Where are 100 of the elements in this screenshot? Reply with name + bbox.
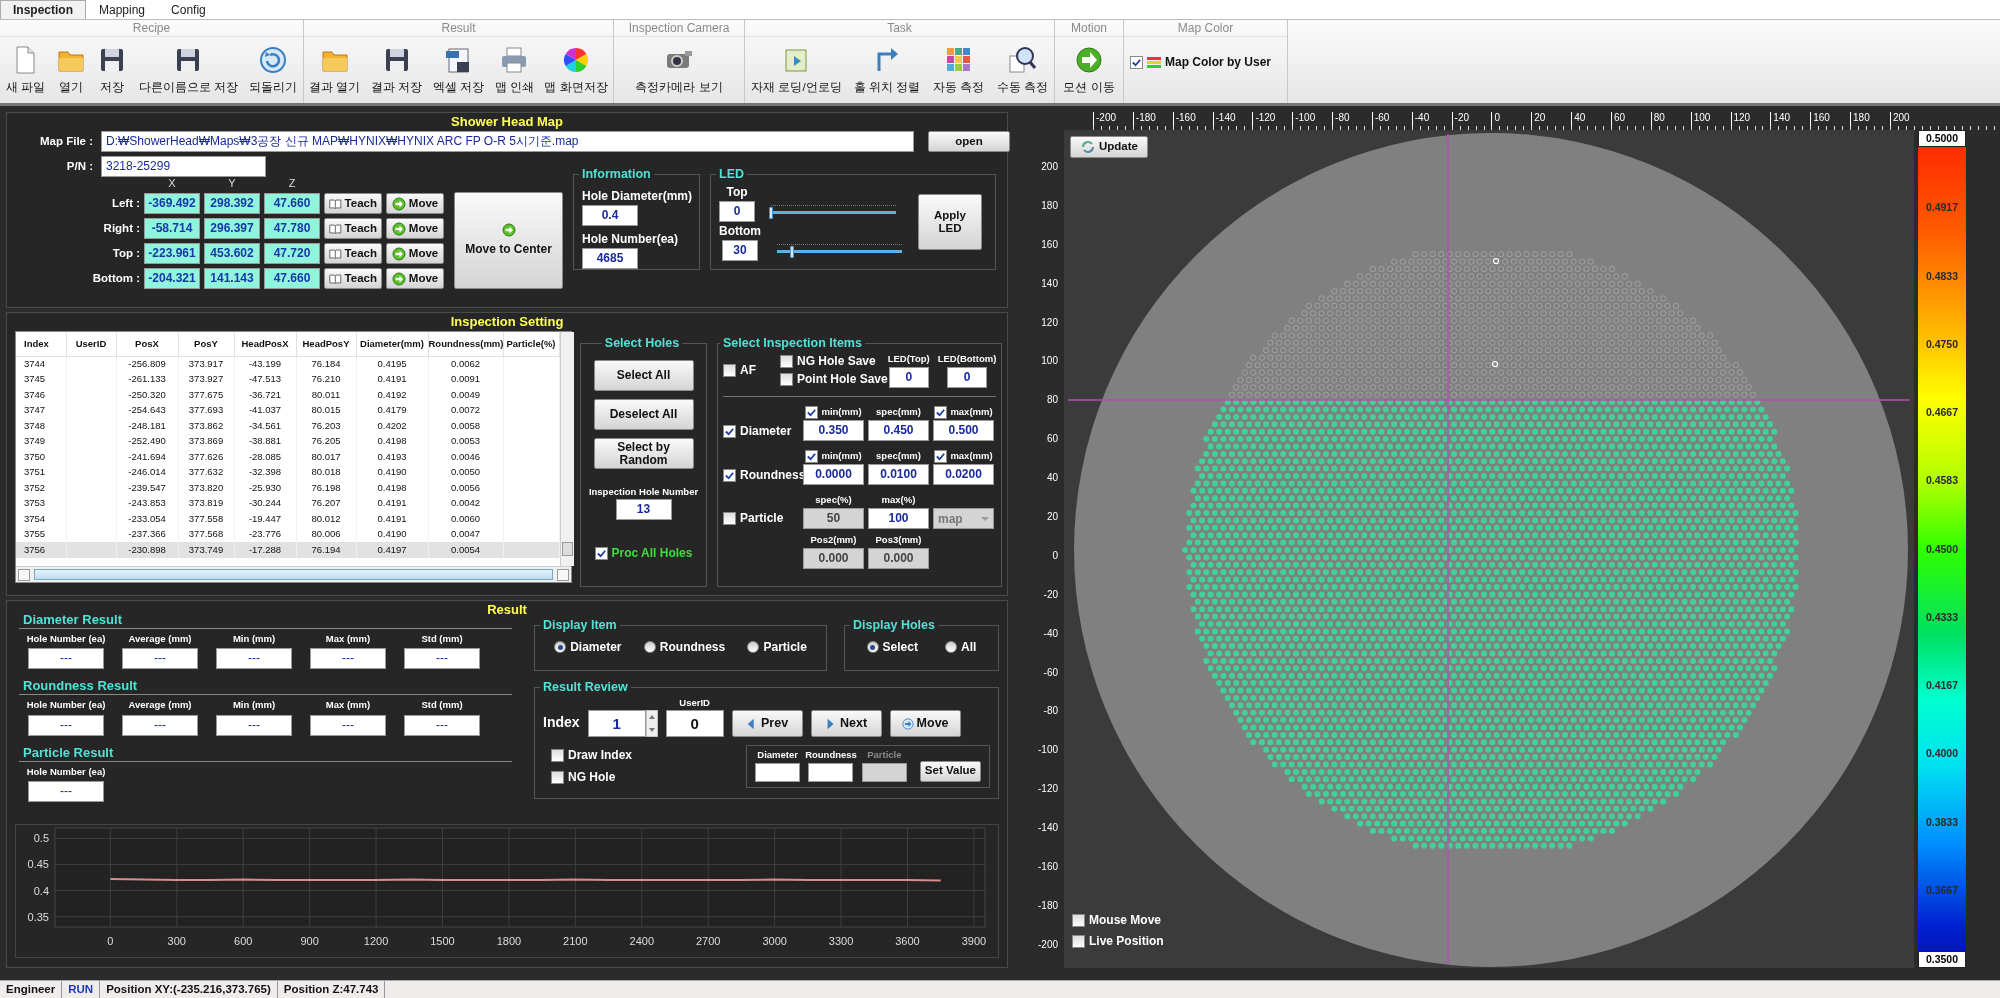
result-field[interactable]: ---	[28, 714, 104, 736]
move-button[interactable]: Move	[386, 243, 444, 264]
set-value-button[interactable]: Set Value	[919, 760, 981, 782]
checkbox[interactable]	[1072, 913, 1085, 927]
value-field[interactable]: 0.450	[868, 420, 929, 441]
column-header[interactable]: HeadPosY	[296, 332, 356, 356]
review-button[interactable]: Move	[889, 710, 961, 738]
checkbox[interactable]	[551, 770, 564, 784]
checkbox-label[interactable]: Draw Index	[568, 746, 633, 765]
checkbox[interactable]	[780, 372, 793, 386]
value-field[interactable]: 4685	[582, 248, 638, 269]
checkbox-label[interactable]: Mouse Move	[1089, 911, 1161, 929]
checkbox-label[interactable]: Particle	[740, 509, 784, 527]
ribbon-button[interactable]: 수동 측정	[994, 45, 1050, 97]
ribbon-button[interactable]: 결과 열기	[307, 45, 363, 97]
radio-button[interactable]	[747, 641, 760, 653]
teach-button[interactable]: Teach	[324, 268, 382, 289]
result-field[interactable]: ---	[216, 648, 292, 670]
checkbox-label[interactable]: AF	[740, 361, 756, 379]
coordinate-field[interactable]: -58.714	[144, 218, 200, 239]
ribbon-button[interactable]: 자동 측정	[930, 45, 987, 97]
checkbox[interactable]	[594, 546, 608, 560]
result-field[interactable]: ---	[122, 714, 198, 736]
result-field[interactable]: ---	[122, 648, 198, 670]
checkbox[interactable]	[934, 405, 948, 419]
radio-button[interactable]	[554, 641, 567, 653]
review-button[interactable]: Next	[810, 710, 882, 738]
checkbox-label[interactable]: Proc All Holes	[611, 544, 693, 563]
checkbox[interactable]	[1072, 934, 1085, 948]
checkbox[interactable]	[1130, 55, 1143, 69]
update-button[interactable]: Update	[1070, 136, 1148, 158]
checkbox-label[interactable]: Live Position	[1089, 932, 1164, 950]
checkbox[interactable]	[723, 468, 736, 482]
value-field[interactable]: 0	[888, 366, 929, 388]
column-header[interactable]: Index	[16, 332, 66, 356]
radio-label[interactable]: Particle	[763, 638, 807, 656]
ribbon-button[interactable]: 측정카메라 보기	[633, 45, 725, 97]
number-field[interactable]: 13	[615, 499, 672, 521]
ribbon-button[interactable]: 엑셀 저장	[430, 45, 487, 97]
coordinate-field[interactable]: 47.780	[264, 218, 320, 239]
checkbox-label[interactable]: Point Hole Save	[797, 370, 888, 388]
value-field[interactable]: 100	[868, 508, 929, 529]
ribbon-button[interactable]: 맵 화면저장	[542, 45, 610, 97]
radio-button[interactable]	[643, 641, 656, 653]
coordinate-field[interactable]: 47.720	[264, 243, 320, 264]
ribbon-button[interactable]: 새 파일	[3, 45, 47, 97]
result-field[interactable]: ---	[310, 648, 386, 670]
review-button[interactable]: Prev	[731, 710, 803, 738]
value-field[interactable]: 30	[722, 240, 758, 261]
open-button[interactable]: open	[928, 131, 1010, 152]
value-field[interactable]	[808, 762, 854, 782]
index-spinner[interactable]: 1	[587, 710, 646, 738]
coordinate-field[interactable]: 47.660	[264, 268, 320, 289]
radio-label[interactable]: All	[961, 638, 977, 656]
value-field[interactable]: 0	[719, 201, 755, 222]
coordinate-field[interactable]: -204.321	[144, 268, 200, 289]
result-field[interactable]: ---	[404, 648, 480, 670]
value-field[interactable]: 0.500	[933, 420, 994, 441]
ribbon-button[interactable]: 결과 저장	[369, 45, 425, 97]
column-header[interactable]: Particle(%)	[503, 332, 559, 356]
checkbox[interactable]	[723, 511, 736, 525]
checkbox[interactable]	[551, 748, 564, 762]
value-field[interactable]: 0.350	[803, 420, 864, 441]
coordinate-field[interactable]: 298.392	[204, 193, 260, 214]
checkbox-label[interactable]: Roundness	[740, 466, 806, 484]
value-field[interactable]: 0.0200	[933, 464, 994, 485]
ribbon-button[interactable]: 되돌리기	[247, 45, 300, 97]
value-field[interactable]: 0	[947, 366, 987, 388]
ribbon-button[interactable]: 홀 위치 정렬	[852, 45, 923, 97]
checkbox-label[interactable]: NG Hole Save	[797, 352, 876, 370]
checkbox-label[interactable]: NG Hole	[568, 768, 616, 787]
value-field[interactable]: 0.0100	[868, 464, 929, 485]
file-path-field[interactable]: D:₩ShowerHead₩Maps₩3공장 신규 MAP₩HYNIX₩HYNIX ARC FP O-R 5시기준.map	[101, 131, 914, 152]
ribbon-button[interactable]: 모션 이동	[1061, 45, 1117, 97]
teach-button[interactable]: Teach	[324, 218, 382, 239]
result-field[interactable]: ---	[310, 714, 386, 736]
column-header[interactable]: Diameter(mm)	[356, 332, 428, 356]
teach-button[interactable]: Teach	[324, 193, 382, 214]
select-button[interactable]: Deselect All	[593, 399, 694, 430]
value-field[interactable]	[755, 762, 801, 782]
ribbon-button[interactable]: 다른이름으로 저장	[136, 45, 240, 97]
teach-button[interactable]: Teach	[324, 243, 382, 264]
checkbox[interactable]	[934, 449, 948, 463]
radio-label[interactable]: Select	[882, 638, 918, 656]
move-to-center-button[interactable]: Move to Center	[454, 192, 563, 289]
column-header[interactable]: Roundness(mm)	[428, 332, 503, 356]
checkbox[interactable]	[723, 363, 736, 377]
slider-thumb[interactable]	[790, 246, 794, 258]
checkbox-label[interactable]: Diameter	[740, 422, 792, 440]
column-header[interactable]: UserID	[66, 332, 116, 356]
radio-label[interactable]: Diameter	[570, 638, 622, 656]
coordinate-field[interactable]: -223.961	[144, 243, 200, 264]
value-field[interactable]: 0.4	[582, 205, 638, 226]
slider-thumb[interactable]	[769, 207, 773, 219]
result-field[interactable]: ---	[28, 648, 104, 670]
result-field[interactable]: ---	[28, 780, 104, 802]
ribbon-button[interactable]: 자재 로딩/언로딩	[749, 45, 844, 97]
radio-label[interactable]: Roundness	[659, 638, 726, 656]
coordinate-field[interactable]: 141.143	[204, 268, 260, 289]
horizontal-scrollbar[interactable]	[16, 566, 571, 582]
